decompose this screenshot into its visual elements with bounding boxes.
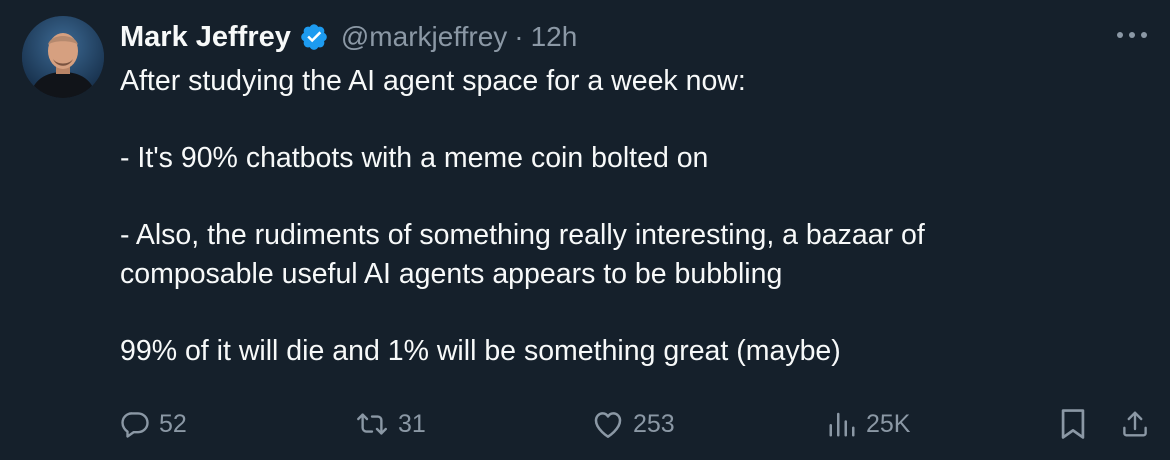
avatar-image (22, 16, 104, 98)
like-count: 253 (633, 409, 675, 438)
bookmark-button[interactable] (1058, 400, 1088, 448)
tweet-text-line: After studying the AI agent space for a … (120, 65, 746, 97)
reply-count: 52 (159, 409, 187, 438)
separator-dot: · (514, 21, 524, 52)
avatar[interactable] (22, 16, 104, 98)
share-icon (1120, 408, 1150, 440)
views-count: 25K (866, 409, 911, 438)
views-icon (827, 410, 857, 438)
tweet[interactable]: Mark Jeffrey @markjeffrey · 12h After st… (0, 0, 1170, 460)
tweet-text-line (120, 178, 1140, 217)
share-button[interactable] (1120, 400, 1150, 448)
repost-icon (355, 409, 389, 439)
tweet-text: After studying the AI agent space for a … (120, 62, 1140, 370)
heart-icon (592, 409, 624, 439)
handle[interactable]: @markjeffrey (341, 21, 507, 53)
tweet-header: Mark Jeffrey @markjeffrey · 12h (120, 17, 577, 57)
repost-count: 31 (398, 409, 426, 438)
tweet-text-line: 99% of it will die and 1% will be someth… (120, 334, 841, 367)
tweet-text-line: - Also, the rudiments of something reall… (120, 219, 925, 251)
verified-badge-icon (299, 22, 329, 52)
more-horizontal-icon[interactable] (1114, 20, 1150, 50)
display-name[interactable]: Mark Jeffrey (120, 21, 291, 54)
repost-button[interactable]: 31 (355, 400, 426, 448)
reply-button[interactable]: 52 (120, 400, 187, 448)
like-button[interactable]: 253 (592, 400, 675, 448)
tweet-text-line: composable useful AI agents appears to b… (120, 257, 783, 290)
bookmark-icon (1058, 407, 1088, 441)
views-button[interactable]: 25K (827, 400, 910, 448)
tweet-text-line (120, 101, 1140, 140)
tweet-text-line (120, 293, 1140, 332)
tweet-text-line: - It's 90% chatbots with a meme coin bol… (120, 142, 709, 174)
action-bar: 52 31 253 25K (120, 400, 1160, 448)
reply-icon (120, 409, 150, 439)
timestamp[interactable]: 12h (531, 21, 578, 53)
